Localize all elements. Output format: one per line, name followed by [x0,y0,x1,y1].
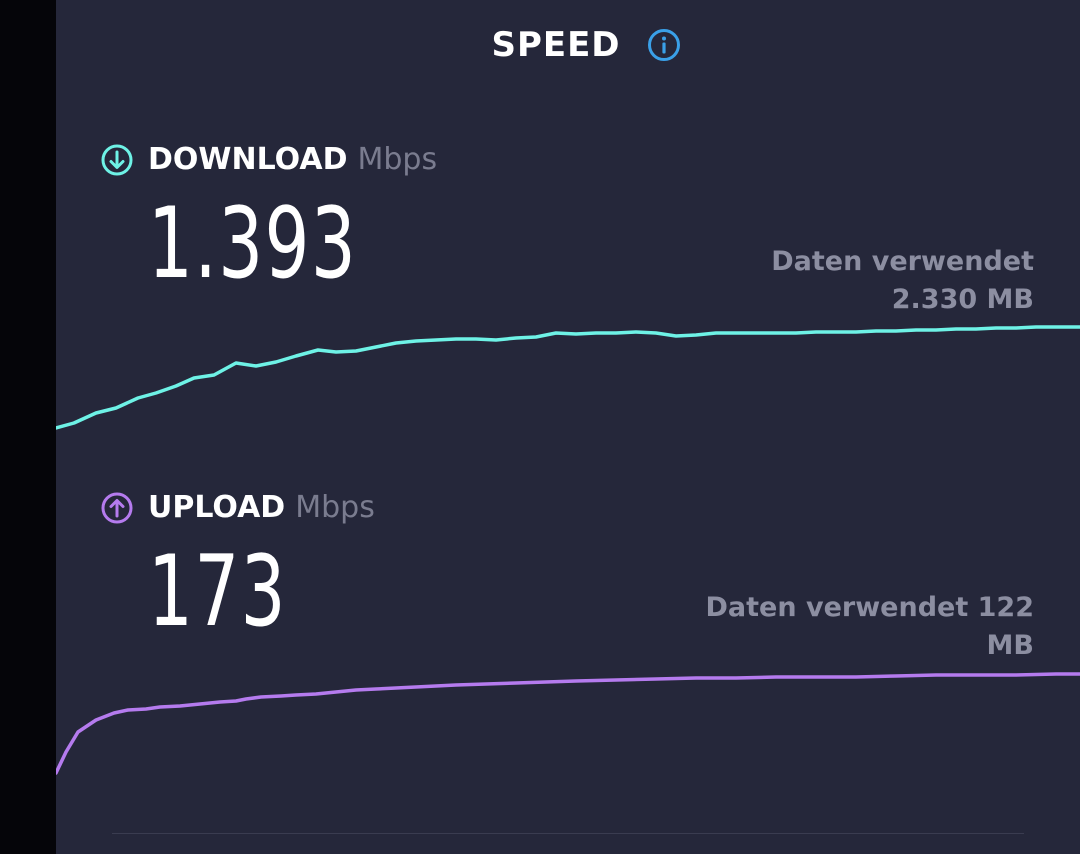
left-edge [0,0,56,854]
upload-label-row: UPLOAD Mbps [100,490,375,525]
download-data-used-amount: 2.330 MB [891,284,1034,315]
upload-label: UPLOAD [148,490,286,525]
upload-unit: Mbps [295,490,375,525]
upload-data-used-label: Daten verwendet 122 [705,592,1034,623]
download-data-used-label: Daten verwendet [771,246,1034,277]
arrow-up-circle-icon [100,491,134,525]
speed-panel: SPEED DOWNLOAD Mbps 1.393 Daten verwende… [56,0,1080,854]
speed-title: SPEED [491,25,621,65]
info-icon[interactable] [647,28,681,62]
upload-graph [56,672,1080,775]
download-label: DOWNLOAD [148,142,348,177]
download-value: 1.393 [148,187,358,301]
download-data-used: Daten verwendet 2.330 MB [771,243,1034,319]
download-label-row: DOWNLOAD Mbps [100,142,437,177]
download-unit: Mbps [357,142,438,177]
speed-header: SPEED [56,20,1080,70]
upload-value: 173 [148,535,288,649]
download-graph [56,325,1080,430]
upload-data-used: Daten verwendet 122 MB [706,589,1034,665]
arrow-down-circle-icon [100,143,134,177]
bottom-divider [112,833,1024,834]
